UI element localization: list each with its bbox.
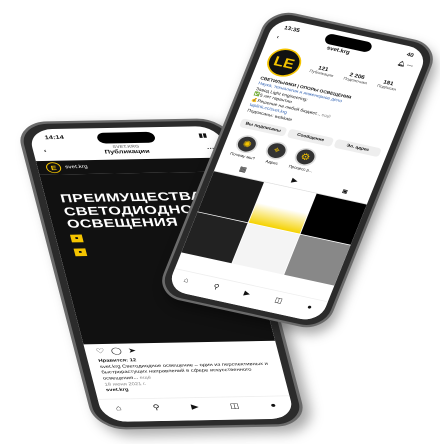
more-icon[interactable]: ⋯: [406, 63, 414, 69]
location-pin-icon: ⌖: [262, 139, 291, 162]
home-icon[interactable]: ⌂: [115, 404, 123, 412]
highlight-address[interactable]: ⌖ Адрес: [261, 139, 291, 167]
profile-icon[interactable]: ●: [269, 401, 277, 409]
more-link[interactable]: ещё: [139, 376, 152, 381]
share-icon[interactable]: ➤: [127, 346, 137, 355]
bell-icon[interactable]: 🔔︎: [397, 61, 407, 68]
profile-avatar[interactable]: LE: [262, 45, 306, 80]
like-icon[interactable]: ♡: [95, 347, 106, 356]
profile-icon[interactable]: ●: [306, 303, 313, 311]
tagged-tab-icon[interactable]: ◙: [341, 187, 348, 196]
battery-icon: ▮▮: [198, 133, 208, 139]
dynamic-island: [95, 131, 157, 144]
highlight-process[interactable]: ⚙ Процесс р...: [288, 146, 321, 174]
stat-posts[interactable]: 121 Публикации: [309, 64, 337, 78]
stat-following[interactable]: 181 Подписки: [376, 78, 399, 91]
highlight-why-us[interactable]: ✺ Почему мы?: [229, 133, 263, 161]
search-icon[interactable]: ⚲: [212, 282, 220, 291]
tag-badge: ■: [69, 234, 84, 243]
reels-icon[interactable]: ▶: [190, 403, 200, 412]
avatar[interactable]: E: [44, 162, 63, 174]
shop-icon[interactable]: ◫: [273, 296, 284, 305]
gears-icon: ⚙: [291, 146, 320, 168]
grid-tab-icon[interactable]: ▦: [238, 165, 248, 174]
caption: svet.krg Светодиодное освещение – один и…: [99, 361, 269, 382]
tag-badge: ■: [73, 247, 88, 256]
status-time: 14:14: [44, 135, 65, 141]
page-title: Публикации: [104, 148, 151, 156]
back-icon[interactable]: ‹: [276, 34, 280, 39]
more-link[interactable]: ещё: [321, 113, 332, 119]
post-date: 18 июня 2021 г.: [104, 381, 147, 388]
profile-screen: 13:35 40 ‹ svet.krg 🔔︎ ⋯ LE 121 Публикации 2…: [166, 17, 429, 323]
post-username[interactable]: svet.krg: [65, 165, 89, 170]
stat-followers[interactable]: 2 206 Подписчики: [343, 71, 370, 85]
reels-icon[interactable]: ▶: [243, 289, 252, 298]
shop-icon[interactable]: ◫: [229, 402, 240, 411]
reels-tab-icon[interactable]: ▶: [290, 176, 299, 185]
search-icon[interactable]: ⚲: [152, 403, 161, 412]
likes-count: Нравится: 12: [97, 358, 137, 364]
next-post-username[interactable]: svet.krg: [106, 388, 130, 393]
battery-level: 40: [405, 52, 415, 59]
brain-icon: ✺: [233, 133, 261, 156]
comment-icon[interactable]: ◯: [110, 347, 123, 356]
back-icon[interactable]: ‹: [43, 149, 47, 154]
bottom-nav: ⌂ ⚲ ▶ ◫ ●: [97, 395, 296, 423]
home-icon[interactable]: ⌂: [183, 276, 190, 284]
